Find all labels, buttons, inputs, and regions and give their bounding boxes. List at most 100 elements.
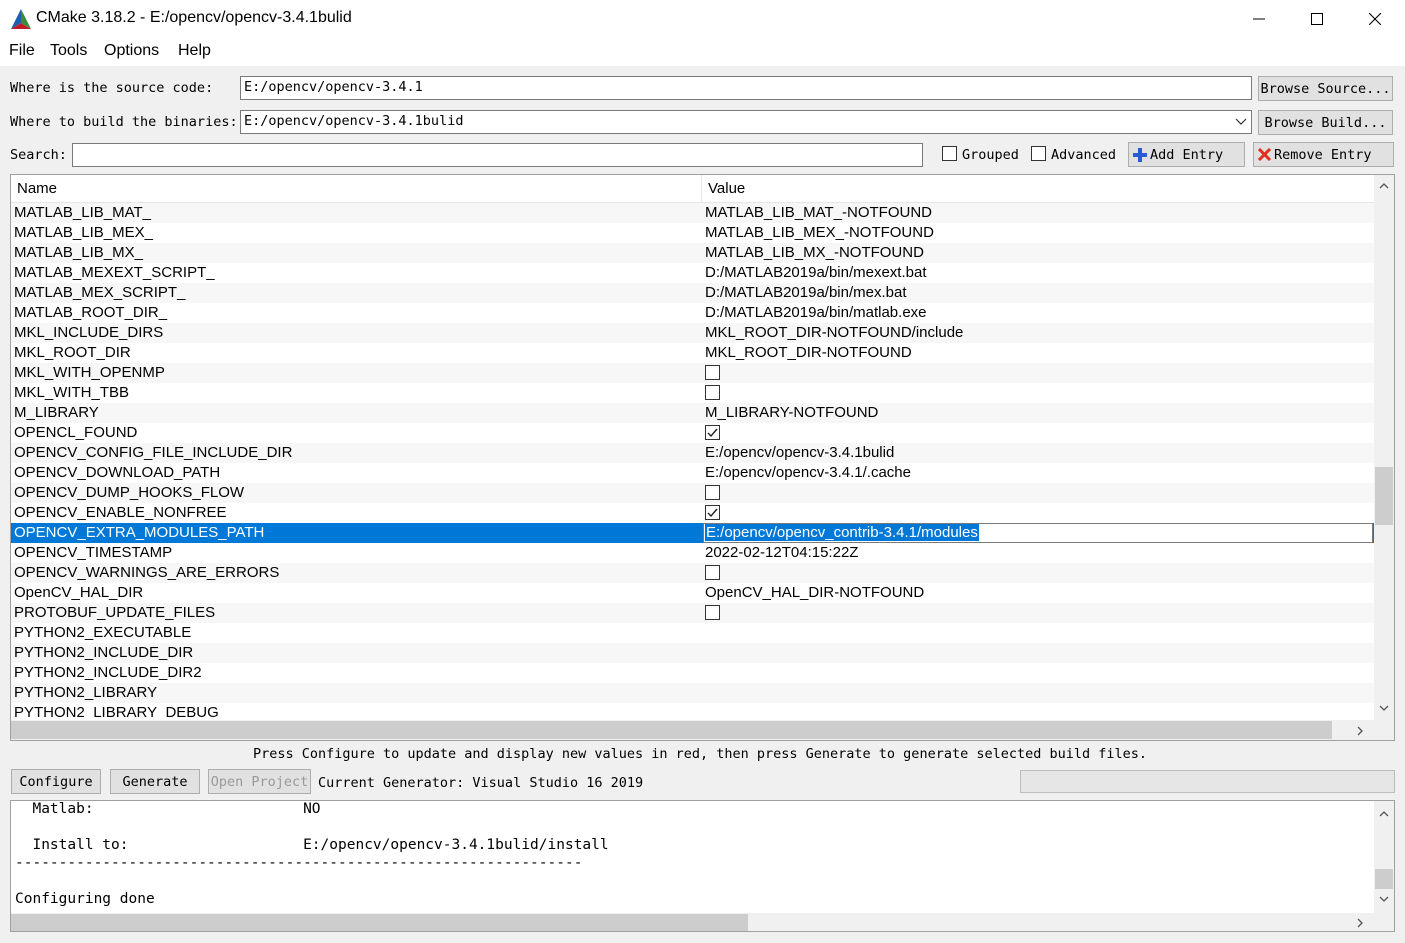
output-horizontal-scrollbar[interactable]	[11, 913, 1394, 931]
entry-value[interactable]: MKL_ROOT_DIR-NOTFOUND	[705, 344, 912, 361]
remove-entry-button[interactable]: Remove Entry	[1253, 142, 1394, 167]
table-horizontal-scrollbar[interactable]	[11, 720, 1394, 740]
entry-value-checkbox[interactable]	[705, 365, 720, 380]
cache-table: Name Value MATLAB_LIB_MAT_ MATLAB_LIB_MAT…	[10, 174, 1395, 741]
table-row[interactable]: PYTHON2_INCLUDE_DIR2	[11, 663, 1374, 683]
entry-value[interactable]: MATLAB_LIB_MX_-NOTFOUND	[705, 244, 924, 261]
plus-icon	[1133, 147, 1147, 162]
entry-value[interactable]: E:/opencv/opencv-3.4.1bulid	[705, 444, 894, 461]
cmake-logo-icon	[11, 9, 31, 29]
entry-value-checkbox[interactable]	[705, 605, 720, 620]
chevron-down-icon[interactable]	[1235, 117, 1247, 127]
entry-value[interactable]: 2022-02-12T04:15:22Z	[705, 544, 858, 561]
add-entry-button[interactable]: Add Entry	[1128, 142, 1245, 167]
search-input[interactable]	[72, 143, 923, 167]
entry-name: MATLAB_MEXEXT_SCRIPT_	[14, 264, 215, 281]
binaries-path-value: E:/opencv/opencv-3.4.1bulid	[244, 113, 464, 129]
scroll-up-arrow-icon[interactable]	[1375, 177, 1392, 194]
table-vertical-scrollbar[interactable]	[1374, 175, 1394, 720]
menu-bar: File Tools Options Help	[0, 38, 1405, 66]
minimize-button[interactable]	[1230, 0, 1288, 38]
menu-file[interactable]: File	[9, 42, 35, 60]
table-row[interactable]: MATLAB_ROOT_DIR_ D:/MATLAB2019a/bin/matla…	[11, 303, 1374, 323]
entry-value[interactable]: MATLAB_LIB_MAT_-NOTFOUND	[705, 204, 932, 221]
binaries-path-combo[interactable]: E:/opencv/opencv-3.4.1bulid	[240, 110, 1252, 134]
maximize-button[interactable]	[1288, 0, 1346, 38]
title-bar: CMake 3.18.2 - E:/opencv/opencv-3.4.1bul…	[0, 0, 1405, 38]
entry-value-checkbox[interactable]	[705, 565, 720, 580]
entry-value-checkbox[interactable]	[705, 385, 720, 400]
entry-value[interactable]: MKL_ROOT_DIR-NOTFOUND/include	[705, 324, 963, 341]
table-row[interactable]: MATLAB_MEXEXT_SCRIPT_ D:/MATLAB2019a/bin/…	[11, 263, 1374, 283]
table-row[interactable]: PYTHON2_INCLUDE_DIR	[11, 643, 1374, 663]
output-scroll-up-arrow-icon[interactable]	[1375, 805, 1392, 822]
column-header-value[interactable]: Value	[702, 175, 1374, 203]
table-row[interactable]: MKL_WITH_OPENMP	[11, 363, 1374, 383]
entry-name: OPENCV_EXTRA_MODULES_PATH	[14, 524, 265, 541]
entry-value-editor[interactable]: E:/opencv/opencv_contrib-3.4.1/modules	[703, 523, 1373, 543]
table-row[interactable]: OpenCV_HAL_DIR OpenCV_HAL_DIR-NOTFOUND	[11, 583, 1374, 603]
table-row[interactable]: MATLAB_LIB_MAT_ MATLAB_LIB_MAT_-NOTFOUND	[11, 203, 1374, 223]
advanced-label: Advanced	[1051, 147, 1117, 163]
table-row[interactable]: OPENCV_DUMP_HOOKS_FLOW	[11, 483, 1374, 503]
open-project-button[interactable]: Open Project	[208, 769, 311, 794]
hint-text: Press Configure to update and display ne…	[252, 746, 1148, 762]
table-row[interactable]: PYTHON2_EXECUTABLE	[11, 623, 1374, 643]
entry-value-checkbox[interactable]	[705, 425, 720, 440]
menu-options[interactable]: Options	[104, 42, 159, 60]
entry-value[interactable]: D:/MATLAB2019a/bin/mexext.bat	[705, 264, 927, 281]
table-row[interactable]: PYTHON2_LIBRARY	[11, 683, 1374, 703]
table-row[interactable]: PYTHON2_LIBRARY_DEBUG	[11, 703, 1374, 719]
advanced-checkbox[interactable]	[1031, 146, 1046, 161]
output-scroll-right-arrow-icon[interactable]	[1352, 914, 1369, 931]
menu-tools[interactable]: Tools	[50, 42, 87, 60]
output-scroll-down-arrow-icon[interactable]	[1375, 891, 1392, 908]
entry-value[interactable]: M_LIBRARY-NOTFOUND	[705, 404, 878, 421]
scroll-right-arrow-icon[interactable]	[1352, 722, 1369, 739]
column-header-name[interactable]: Name	[11, 175, 702, 203]
configure-button[interactable]: Configure	[11, 769, 101, 794]
entry-name: MATLAB_LIB_MAT_	[14, 204, 151, 221]
table-row[interactable]: M_LIBRARY M_LIBRARY-NOTFOUND	[11, 403, 1374, 423]
entry-value-checkbox[interactable]	[705, 505, 720, 520]
scroll-thumb[interactable]	[1375, 467, 1393, 525]
table-row[interactable]: OPENCL_FOUND	[11, 423, 1374, 443]
browse-build-button[interactable]: Browse Build...	[1258, 110, 1393, 135]
entry-value-checkbox[interactable]	[705, 485, 720, 500]
generate-button[interactable]: Generate	[110, 769, 200, 794]
entry-value-selected-text: E:/opencv/opencv_contrib-3.4.1/modules	[705, 524, 979, 541]
table-row[interactable]: MKL_WITH_TBB	[11, 383, 1374, 403]
output-line: Configuring done	[15, 891, 155, 907]
hscroll-thumb[interactable]	[11, 721, 1332, 739]
entry-name: MATLAB_MEX_SCRIPT_	[14, 284, 186, 301]
scroll-down-arrow-icon[interactable]	[1375, 700, 1392, 717]
table-row[interactable]: OPENCV_ENABLE_NONFREE	[11, 503, 1374, 523]
table-row[interactable]: OPENCV_CONFIG_FILE_INCLUDE_DIR E:/opencv/…	[11, 443, 1374, 463]
minimize-icon	[1253, 18, 1265, 20]
table-row[interactable]: MATLAB_LIB_MX_ MATLAB_LIB_MX_-NOTFOUND	[11, 243, 1374, 263]
source-path-input[interactable]: E:/opencv/opencv-3.4.1	[240, 76, 1252, 100]
output-line: Install to: E:/opencv/opencv-3.4.1bulid/…	[15, 837, 609, 853]
close-button[interactable]	[1346, 0, 1404, 38]
table-row[interactable]: OPENCV_DOWNLOAD_PATH E:/opencv/opencv-3.4…	[11, 463, 1374, 483]
output-scroll-thumb[interactable]	[1375, 869, 1393, 889]
entry-value[interactable]: MATLAB_LIB_MEX_-NOTFOUND	[705, 224, 934, 241]
output-hscroll-thumb[interactable]	[11, 914, 748, 931]
entry-value[interactable]: D:/MATLAB2019a/bin/matlab.exe	[705, 304, 927, 321]
table-row[interactable]: MATLAB_LIB_MEX_ MATLAB_LIB_MEX_-NOTFOUND	[11, 223, 1374, 243]
grouped-label: Grouped	[962, 147, 1019, 163]
entry-value[interactable]: OpenCV_HAL_DIR-NOTFOUND	[705, 584, 924, 601]
table-row[interactable]: OPENCV_WARNINGS_ARE_ERRORS	[11, 563, 1374, 583]
table-row[interactable]: OPENCV_TIMESTAMP 2022-02-12T04:15:22Z	[11, 543, 1374, 563]
menu-help[interactable]: Help	[178, 42, 211, 60]
entry-value[interactable]: E:/opencv/opencv-3.4.1/.cache	[705, 464, 911, 481]
table-row[interactable]: MKL_ROOT_DIR MKL_ROOT_DIR-NOTFOUND	[11, 343, 1374, 363]
grouped-checkbox[interactable]	[942, 146, 957, 161]
table-row[interactable]: PROTOBUF_UPDATE_FILES	[11, 603, 1374, 623]
output-vertical-scrollbar[interactable]	[1374, 801, 1394, 913]
table-row[interactable]: MKL_INCLUDE_DIRS MKL_ROOT_DIR-NOTFOUND/in…	[11, 323, 1374, 343]
browse-source-button[interactable]: Browse Source...	[1258, 76, 1393, 101]
table-row[interactable]: OPENCV_EXTRA_MODULES_PATH E:/opencv/openc…	[11, 523, 1374, 543]
table-row[interactable]: MATLAB_MEX_SCRIPT_ D:/MATLAB2019a/bin/mex…	[11, 283, 1374, 303]
entry-value[interactable]: D:/MATLAB2019a/bin/mex.bat	[705, 284, 907, 301]
